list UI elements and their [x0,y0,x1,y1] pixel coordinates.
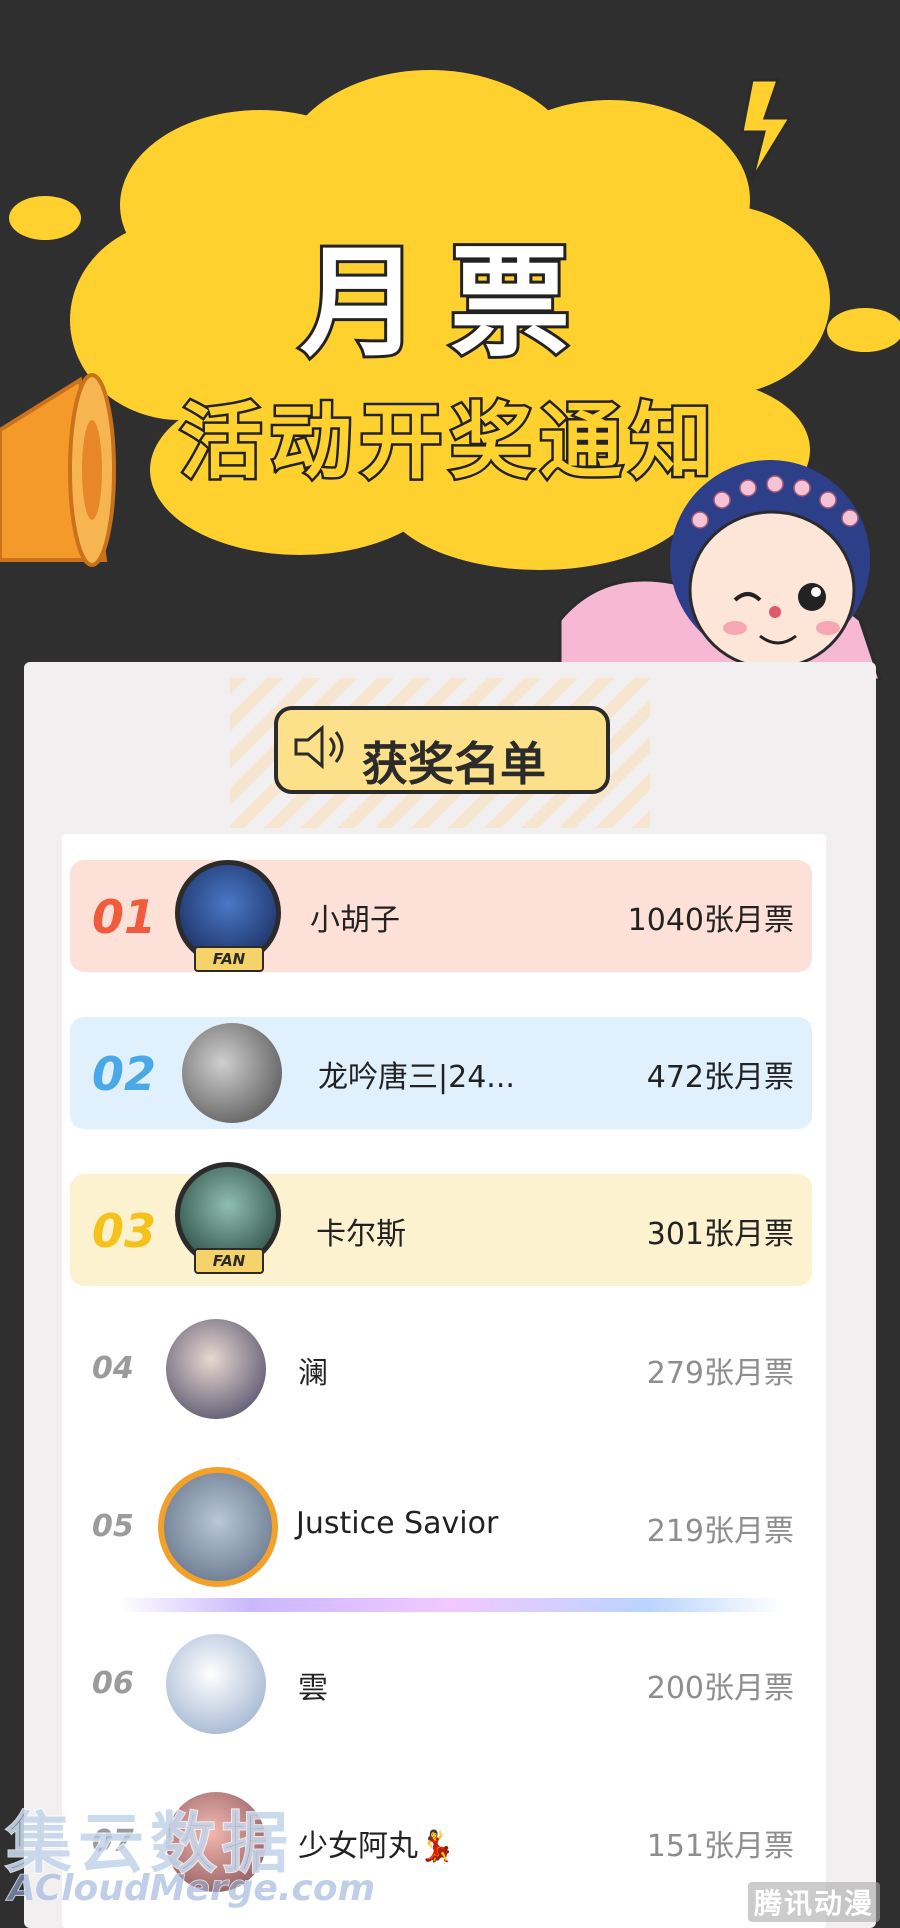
user-name: 澜 [298,1356,328,1391]
watermark-left-url: ACloudMerge.com [7,1868,376,1910]
vote-count: 301张月票 [646,1217,794,1252]
lightning-icon [740,78,793,181]
vote-count: 279张月票 [646,1356,794,1391]
rank-number: 03 [92,1204,157,1258]
watermark-right: 腾讯动漫 [748,1882,881,1922]
user-name: 雲 [298,1671,328,1706]
user-name: 小胡子 [310,903,400,938]
user-name: 龙吟唐三|24... [318,1060,515,1095]
winner-row-3: 03 FAN 卡尔斯 301张月票 [70,1162,812,1286]
avatar [158,1467,278,1587]
decorative-glow-line [118,1598,782,1612]
winner-row-6: 06 雲 200张月票 [70,1628,812,1740]
winner-row-5: 05 Justice Savior 219张月票 [70,1467,812,1587]
rank-number: 02 [92,1047,157,1101]
user-name: Justice Savior [296,1506,499,1541]
avatar [166,1634,266,1734]
winner-row-1: 01 FAN 小胡子 1040张月票 [70,860,812,972]
banner-title: 月票 [297,231,600,376]
fan-badge: FAN [194,946,264,972]
user-name: 少女阿丸💃 [298,1829,456,1864]
vote-count: 151张月票 [646,1829,794,1864]
vote-count: 1040张月票 [627,903,794,938]
avatar [182,1023,282,1123]
rank-number: 06 [92,1666,134,1701]
winner-row-2: 02 龙吟唐三|24... 472张月票 [70,1017,812,1129]
vote-count: 219张月票 [646,1514,794,1549]
vote-count: 472张月票 [646,1060,794,1095]
winner-row-4: 04 澜 279张月票 [70,1313,812,1425]
rank-number: 05 [92,1509,134,1544]
speaker-icon [294,724,344,770]
list-title: 获奖名单 [362,737,546,791]
vote-count: 200张月票 [646,1671,794,1706]
rank-number: 04 [92,1351,134,1386]
fan-badge: FAN [194,1248,264,1274]
banner-subtitle: 活动开奖通知 [177,393,720,493]
user-name: 卡尔斯 [316,1217,406,1252]
rank-number: 01 [92,890,157,944]
avatar [166,1319,266,1419]
